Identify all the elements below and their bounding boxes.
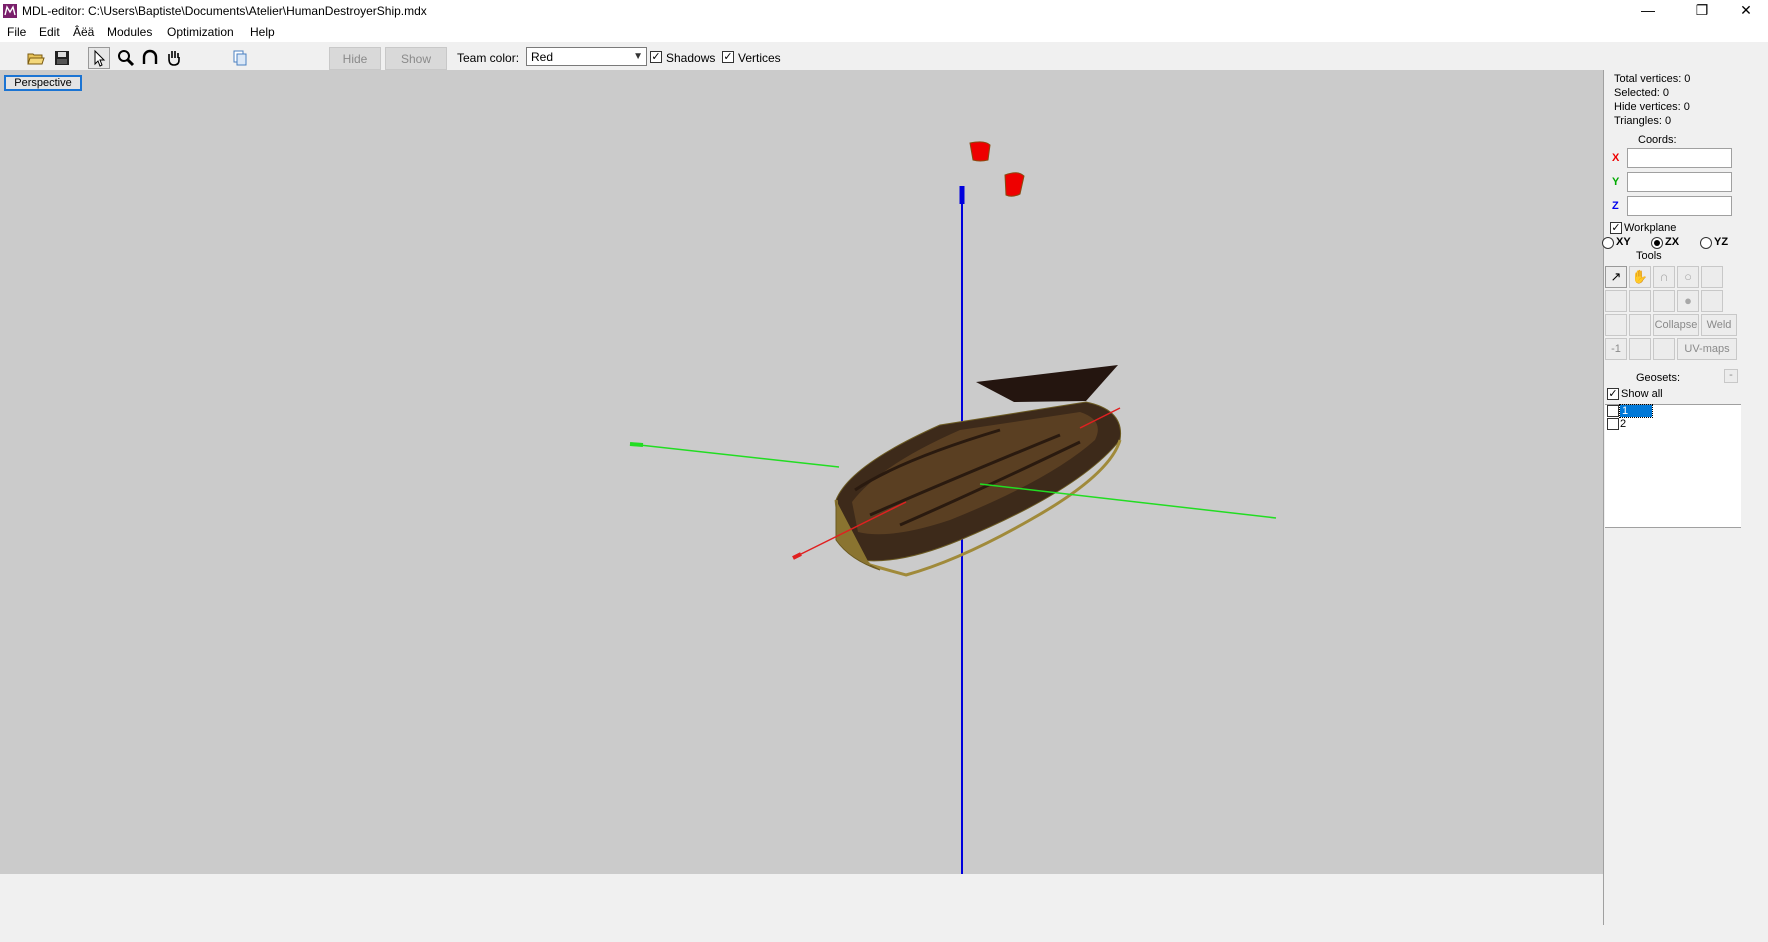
geoset-1-label[interactable]: 1 (1619, 404, 1653, 418)
plane-xy-radio[interactable] (1602, 237, 1614, 249)
tool-row4-c[interactable] (1653, 338, 1675, 360)
title-bar: MDL-editor: C:\Users\Baptiste\Documents\… (0, 0, 1768, 22)
3d-viewport[interactable] (0, 70, 1603, 874)
menu-edit[interactable]: Edit (39, 25, 60, 39)
menu-help[interactable]: Help (250, 25, 275, 39)
z-coord-input[interactable] (1627, 196, 1732, 216)
menu-view[interactable]: Âëä (73, 25, 94, 39)
save-button[interactable] (51, 47, 73, 69)
y-coord-input[interactable] (1627, 172, 1732, 192)
close-button[interactable]: ✕ (1724, 0, 1768, 22)
scene-render (629, 141, 1277, 874)
status-bar (0, 925, 1768, 942)
x-coord-input[interactable] (1627, 148, 1732, 168)
x-axis-tip (792, 552, 802, 560)
triangles-text: Triangles: 0 (1614, 115, 1672, 127)
copy-button[interactable] (229, 47, 251, 69)
rotate-tool-button[interactable] (139, 47, 161, 69)
flag-upper (969, 141, 991, 162)
geoset-2-checkbox[interactable] (1607, 418, 1619, 430)
select-cursor-icon (94, 49, 106, 67)
select-tool-button[interactable] (88, 47, 110, 69)
plane-yz-label: YZ (1714, 236, 1729, 248)
vertices-label: Vertices (738, 51, 781, 65)
menu-bar: File Edit Âëä Modules Optimization Help (0, 22, 1768, 42)
workplane-checkbox[interactable]: ✓ (1610, 222, 1622, 234)
tool-row3-b[interactable] (1629, 314, 1651, 336)
tool-lock-button[interactable]: ● (1677, 290, 1699, 312)
zoom-icon (118, 50, 135, 67)
flag-lower (1004, 172, 1025, 197)
tool-scale-button[interactable]: ○ (1677, 266, 1699, 288)
copy-icon (233, 50, 247, 66)
tool-row3-a[interactable] (1605, 314, 1627, 336)
team-color-select[interactable]: Red ▼ (526, 47, 647, 66)
tool-extra-button[interactable] (1701, 266, 1723, 288)
hide-button[interactable]: Hide (329, 47, 381, 70)
plane-yz-radio[interactable] (1700, 237, 1712, 249)
geosets-title: Geosets: (1636, 372, 1681, 384)
show-all-checkbox[interactable]: ✓ (1607, 388, 1619, 400)
minus-one-button[interactable]: -1 (1605, 338, 1627, 360)
open-folder-icon (27, 53, 45, 65)
pan-hand-icon (168, 51, 180, 66)
show-button[interactable]: Show (385, 47, 447, 70)
workplane-label: Workplane (1624, 222, 1677, 234)
hide-vertices-text: Hide vertices: 0 (1614, 101, 1690, 113)
toolbar: Hide Show Team color: (0, 42, 1768, 70)
selected-count-text: Selected: 0 (1614, 87, 1670, 99)
plane-zx-label: ZX (1665, 236, 1680, 248)
window-title: MDL-editor: C:\Users\Baptiste\Documents\… (22, 4, 427, 18)
geoset-2-label[interactable]: 2 (1620, 418, 1626, 430)
geosets-collapse-button[interactable]: - (1724, 369, 1738, 383)
perspective-view-button[interactable]: Perspective (4, 75, 82, 91)
coords-title: Coords: (1638, 134, 1677, 146)
show-all-label: Show all (1621, 388, 1663, 400)
tool-rotate-button[interactable]: ∩ (1653, 266, 1675, 288)
x-label: X (1612, 152, 1620, 164)
uv-maps-button[interactable]: UV-maps (1677, 338, 1737, 360)
rotate-icon (142, 49, 158, 64)
tool-row4-b[interactable] (1629, 338, 1651, 360)
restore-button[interactable]: ❐ (1680, 0, 1724, 22)
plane-xy-label: XY (1616, 236, 1631, 248)
app-logo-icon (3, 4, 17, 18)
menu-modules[interactable]: Modules (107, 25, 152, 39)
collapse-button[interactable]: Collapse (1653, 314, 1699, 336)
tool-row2-e[interactable] (1701, 290, 1723, 312)
zoom-tool-button[interactable] (115, 47, 137, 69)
y-label: Y (1612, 176, 1620, 188)
ship-model (834, 365, 1122, 577)
tools-title: Tools (1636, 250, 1662, 262)
blank-tool-button[interactable] (203, 47, 225, 69)
tool-row2-c[interactable] (1653, 290, 1675, 312)
tool-row2-b[interactable] (1629, 290, 1651, 312)
z-label: Z (1612, 200, 1619, 212)
y-axis-tip (629, 442, 644, 447)
team-color-value: Red (531, 50, 554, 64)
pan-tool-button[interactable] (163, 47, 185, 69)
total-vertices-text: Total vertices: 0 (1614, 73, 1691, 85)
save-icon (55, 51, 69, 65)
geoset-1-checkbox[interactable] (1607, 405, 1619, 417)
chevron-down-icon: ▼ (633, 51, 643, 62)
tool-move-button[interactable]: ✋ (1629, 266, 1651, 288)
menu-file[interactable]: File (7, 25, 26, 39)
shadows-label: Shadows (666, 51, 716, 65)
plane-zx-radio[interactable] (1651, 237, 1663, 249)
weld-button[interactable]: Weld (1701, 314, 1737, 336)
y-axis-back (629, 443, 840, 468)
tool-row2-a[interactable] (1605, 290, 1627, 312)
tool-select-button[interactable]: ↗ (1605, 266, 1627, 288)
menu-optimization[interactable]: Optimization (167, 25, 234, 39)
shadows-checkbox[interactable]: ✓ (650, 51, 662, 63)
open-button[interactable] (25, 47, 47, 69)
team-color-label: Team color: (457, 51, 520, 65)
vertices-checkbox[interactable]: ✓ (722, 51, 734, 63)
minimize-button[interactable]: — (1626, 0, 1670, 22)
